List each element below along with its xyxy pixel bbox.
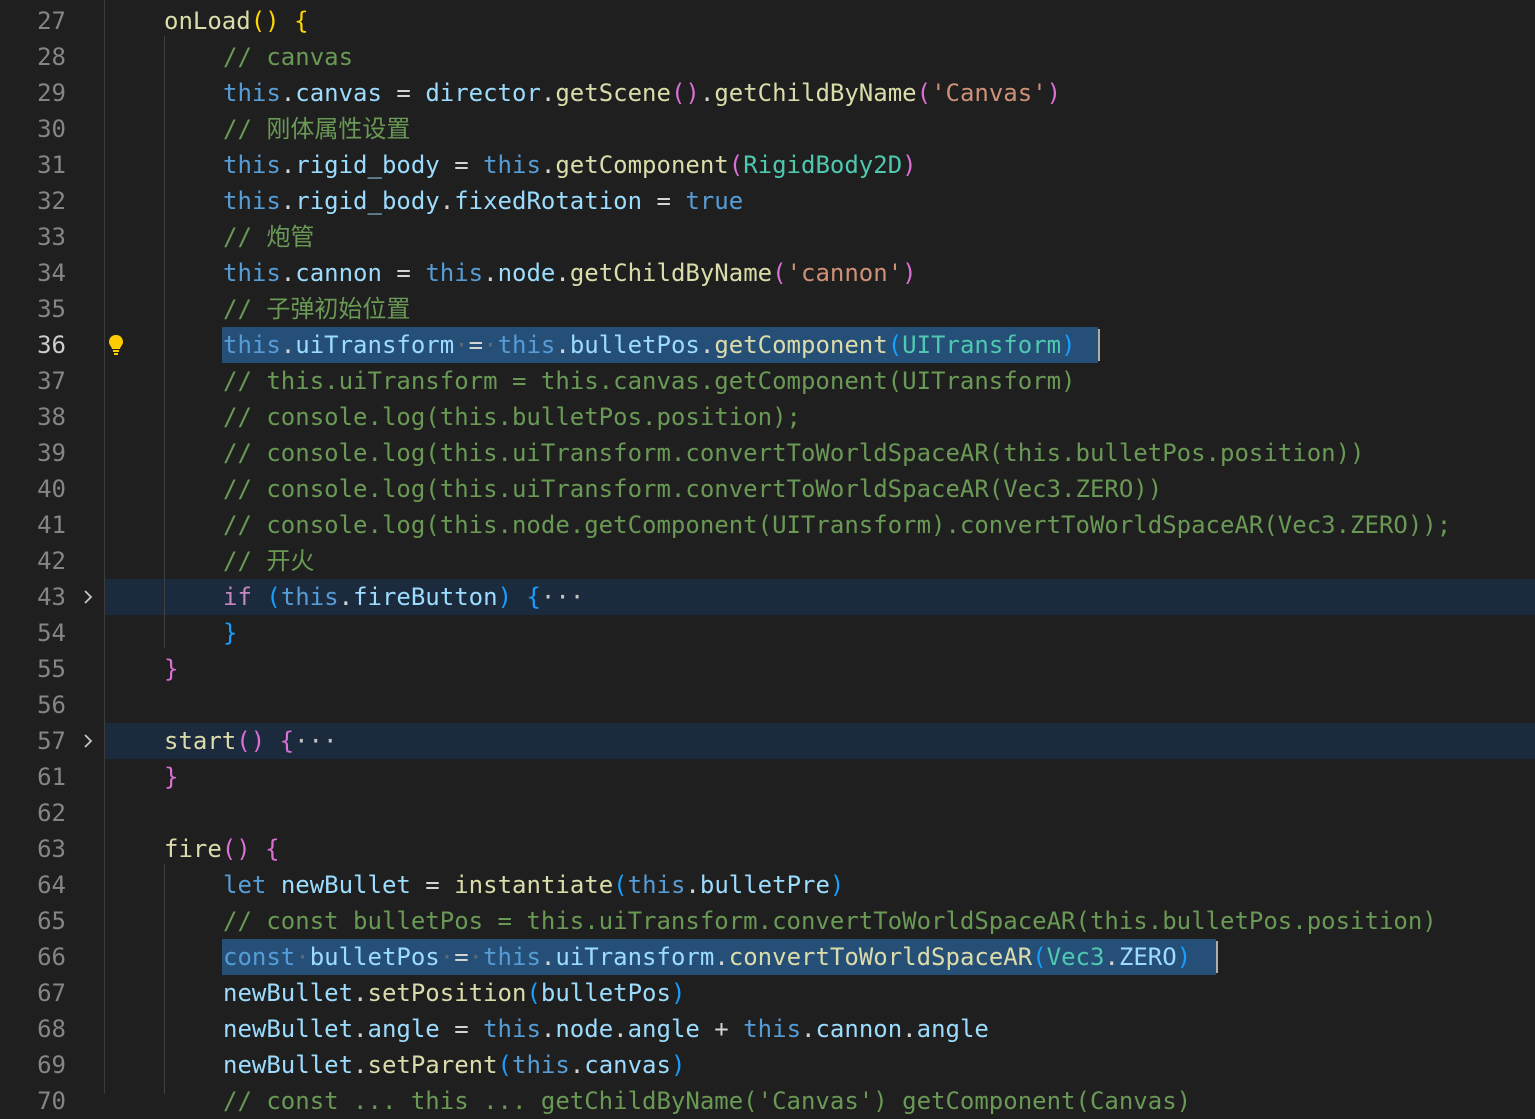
line-number: 64	[37, 871, 66, 899]
code-text[interactable]: this.uiTransform·=·this.bulletPos.getCom…	[223, 327, 1076, 363]
code-text[interactable]: onLoad() {	[164, 3, 309, 39]
code-text[interactable]: start() {···	[164, 723, 337, 759]
code-line[interactable]: 56	[0, 687, 1535, 723]
comment[interactable]: // canvas	[223, 39, 353, 75]
code-line[interactable]: 39 // console.log(this.uiTransform.conve…	[0, 435, 1535, 471]
code-text[interactable]: let newBullet = instantiate(this.bulletP…	[223, 867, 844, 903]
code-line[interactable]: 64 let newBullet = instantiate(this.bull…	[0, 867, 1535, 903]
code-text[interactable]: newBullet.setParent(this.canvas)	[223, 1047, 685, 1083]
code-line-selected[interactable]: 66 const·bulletPos·=·this.uiTransform.co…	[0, 939, 1535, 975]
code-line[interactable]: 65 // const bulletPos = this.uiTransform…	[0, 903, 1535, 939]
code-line[interactable]: 69 newBullet.setParent(this.canvas)	[0, 1047, 1535, 1083]
line-number: 27	[37, 7, 66, 35]
code-line-folded[interactable]: 57 start() {···	[0, 723, 1535, 759]
code-line[interactable]: 27 onLoad() {	[0, 3, 1535, 39]
code-text[interactable]: }	[164, 759, 178, 795]
line-number: 62	[37, 799, 66, 827]
code-line[interactable]: 67 newBullet.setPosition(bulletPos)	[0, 975, 1535, 1011]
code-line[interactable]: 55 }	[0, 651, 1535, 687]
code-text[interactable]: fire() {	[164, 831, 280, 867]
line-number: 55	[37, 655, 66, 683]
code-line[interactable]: 61 }	[0, 759, 1535, 795]
line-number: 42	[37, 547, 66, 575]
comment[interactable]: // 炮管	[223, 219, 314, 255]
line-number: 28	[37, 43, 66, 71]
code-line[interactable]: 42 // 开火	[0, 543, 1535, 579]
line-number: 66	[37, 943, 66, 971]
text-cursor	[1098, 329, 1100, 361]
line-number: 63	[37, 835, 66, 863]
code-line[interactable]: 28 // canvas	[0, 39, 1535, 75]
comment[interactable]: // 子弹初始位置	[223, 291, 410, 327]
comment[interactable]: // console.log(this.uiTransform.convertT…	[223, 435, 1365, 471]
code-line[interactable]: 30 // 刚体属性设置	[0, 111, 1535, 147]
code-line[interactable]: 34 this.cannon = this.node.getChildByNam…	[0, 255, 1535, 291]
line-number: 56	[37, 691, 66, 719]
code-text[interactable]: this.rigid_body.fixedRotation = true	[223, 183, 743, 219]
indent-guide	[164, 864, 165, 1094]
code-line[interactable]: 35 // 子弹初始位置	[0, 291, 1535, 327]
line-number: 37	[37, 367, 66, 395]
line-number: 29	[37, 79, 66, 107]
code-line[interactable]: 54 }	[0, 615, 1535, 651]
line-number: 68	[37, 1015, 66, 1043]
lightbulb-icon[interactable]	[106, 333, 126, 357]
code-text[interactable]: const·bulletPos·=·this.uiTransform.conve…	[223, 939, 1191, 975]
code-text[interactable]: }	[223, 615, 237, 651]
comment[interactable]: // console.log(this.uiTransform.convertT…	[223, 471, 1162, 507]
comment[interactable]: // 开火	[223, 543, 314, 579]
comment[interactable]: // this.uiTransform = this.canvas.getCom…	[223, 363, 1076, 399]
line-number: 36	[37, 331, 66, 359]
code-text[interactable]: this.cannon = this.node.getChildByName('…	[223, 255, 917, 291]
line-number: 41	[37, 511, 66, 539]
code-text[interactable]: newBullet.angle = this.node.angle + this…	[223, 1011, 989, 1047]
code-line[interactable]: 68 newBullet.angle = this.node.angle + t…	[0, 1011, 1535, 1047]
code-text[interactable]: if (this.fireButton) {···	[223, 579, 584, 615]
line-number: 54	[37, 619, 66, 647]
code-line[interactable]: 38 // console.log(this.bulletPos.positio…	[0, 399, 1535, 435]
line-number: 70	[37, 1087, 66, 1115]
code-line[interactable]: 33 // 炮管	[0, 219, 1535, 255]
line-number: 40	[37, 475, 66, 503]
code-line[interactable]: 31 this.rigid_body = this.getComponent(R…	[0, 147, 1535, 183]
comment[interactable]: // const bulletPos = this.uiTransform.co…	[223, 903, 1437, 939]
code-text[interactable]: this.rigid_body = this.getComponent(Rigi…	[223, 147, 917, 183]
line-number: 69	[37, 1051, 66, 1079]
line-number: 34	[37, 259, 66, 287]
text-cursor	[1216, 941, 1218, 973]
line-number: 67	[37, 979, 66, 1007]
comment[interactable]: // console.log(this.node.getComponent(UI…	[223, 507, 1451, 543]
chevron-right-icon[interactable]	[78, 587, 98, 607]
line-number: 39	[37, 439, 66, 467]
line-number: 31	[37, 151, 66, 179]
code-line[interactable]: 63 fire() {	[0, 831, 1535, 867]
code-line[interactable]: 62	[0, 795, 1535, 831]
chevron-right-icon[interactable]	[78, 731, 98, 751]
comment[interactable]: // const ... this ... getChildByName('Ca…	[223, 1083, 1191, 1119]
code-line[interactable]: 70 // const ... this ... getChildByName(…	[0, 1083, 1535, 1119]
code-line-active[interactable]: 36 this.uiTransform·=·this.bulletPos.get…	[0, 327, 1535, 363]
line-number: 57	[37, 727, 66, 755]
line-number: 65	[37, 907, 66, 935]
code-text[interactable]: }	[164, 651, 178, 687]
line-number: 35	[37, 295, 66, 323]
code-line[interactable]: 32 this.rigid_body.fixedRotation = true	[0, 183, 1535, 219]
comment[interactable]: // 刚体属性设置	[223, 111, 410, 147]
line-number: 32	[37, 187, 66, 215]
indent-guide	[164, 36, 165, 648]
line-number: 61	[37, 763, 66, 791]
code-text[interactable]: newBullet.setPosition(bulletPos)	[223, 975, 685, 1011]
line-number: 33	[37, 223, 66, 251]
code-line[interactable]: 40 // console.log(this.uiTransform.conve…	[0, 471, 1535, 507]
code-editor[interactable]: 27 onLoad() { 28 // canvas 29 this.canva…	[0, 0, 1535, 1115]
code-text[interactable]: this.canvas = director.getScene().getChi…	[223, 75, 1061, 111]
code-line[interactable]: 29 this.canvas = director.getScene().get…	[0, 75, 1535, 111]
line-number: 43	[37, 583, 66, 611]
line-number: 38	[37, 403, 66, 431]
code-line[interactable]: 41 // console.log(this.node.getComponent…	[0, 507, 1535, 543]
code-line[interactable]: 37 // this.uiTransform = this.canvas.get…	[0, 363, 1535, 399]
comment[interactable]: // console.log(this.bulletPos.position);	[223, 399, 801, 435]
code-line-folded[interactable]: 43 if (this.fireButton) {···	[0, 579, 1535, 615]
line-number: 30	[37, 115, 66, 143]
